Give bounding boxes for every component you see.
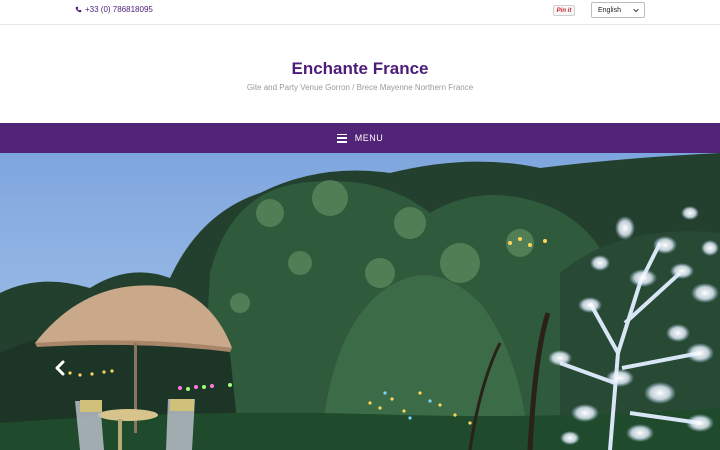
site-header: Enchante France Gite and Party Venue Gor… bbox=[0, 26, 720, 123]
chevron-left-icon[interactable] bbox=[53, 360, 67, 376]
menu-label[interactable]: MENU bbox=[355, 133, 384, 143]
phone-icon bbox=[75, 6, 82, 13]
main-navigation[interactable]: MENU bbox=[0, 123, 720, 153]
language-selected: English bbox=[598, 6, 621, 14]
language-select[interactable]: English bbox=[591, 2, 645, 18]
site-tagline: Gite and Party Venue Gorron / Brece Maye… bbox=[246, 83, 474, 92]
site-title[interactable]: Enchante France bbox=[0, 59, 720, 79]
hamburger-icon[interactable] bbox=[336, 133, 347, 143]
phone-number: +33 (0) 786818095 bbox=[85, 5, 153, 14]
top-bar: +33 (0) 786818095 Pin it English bbox=[0, 0, 720, 25]
chevron-down-icon bbox=[633, 8, 639, 13]
pinterest-pin-button[interactable]: Pin it bbox=[553, 5, 575, 16]
phone-link[interactable]: +33 (0) 786818095 bbox=[75, 5, 153, 14]
hero-slider[interactable] bbox=[0, 153, 720, 450]
hero-image bbox=[0, 153, 720, 450]
